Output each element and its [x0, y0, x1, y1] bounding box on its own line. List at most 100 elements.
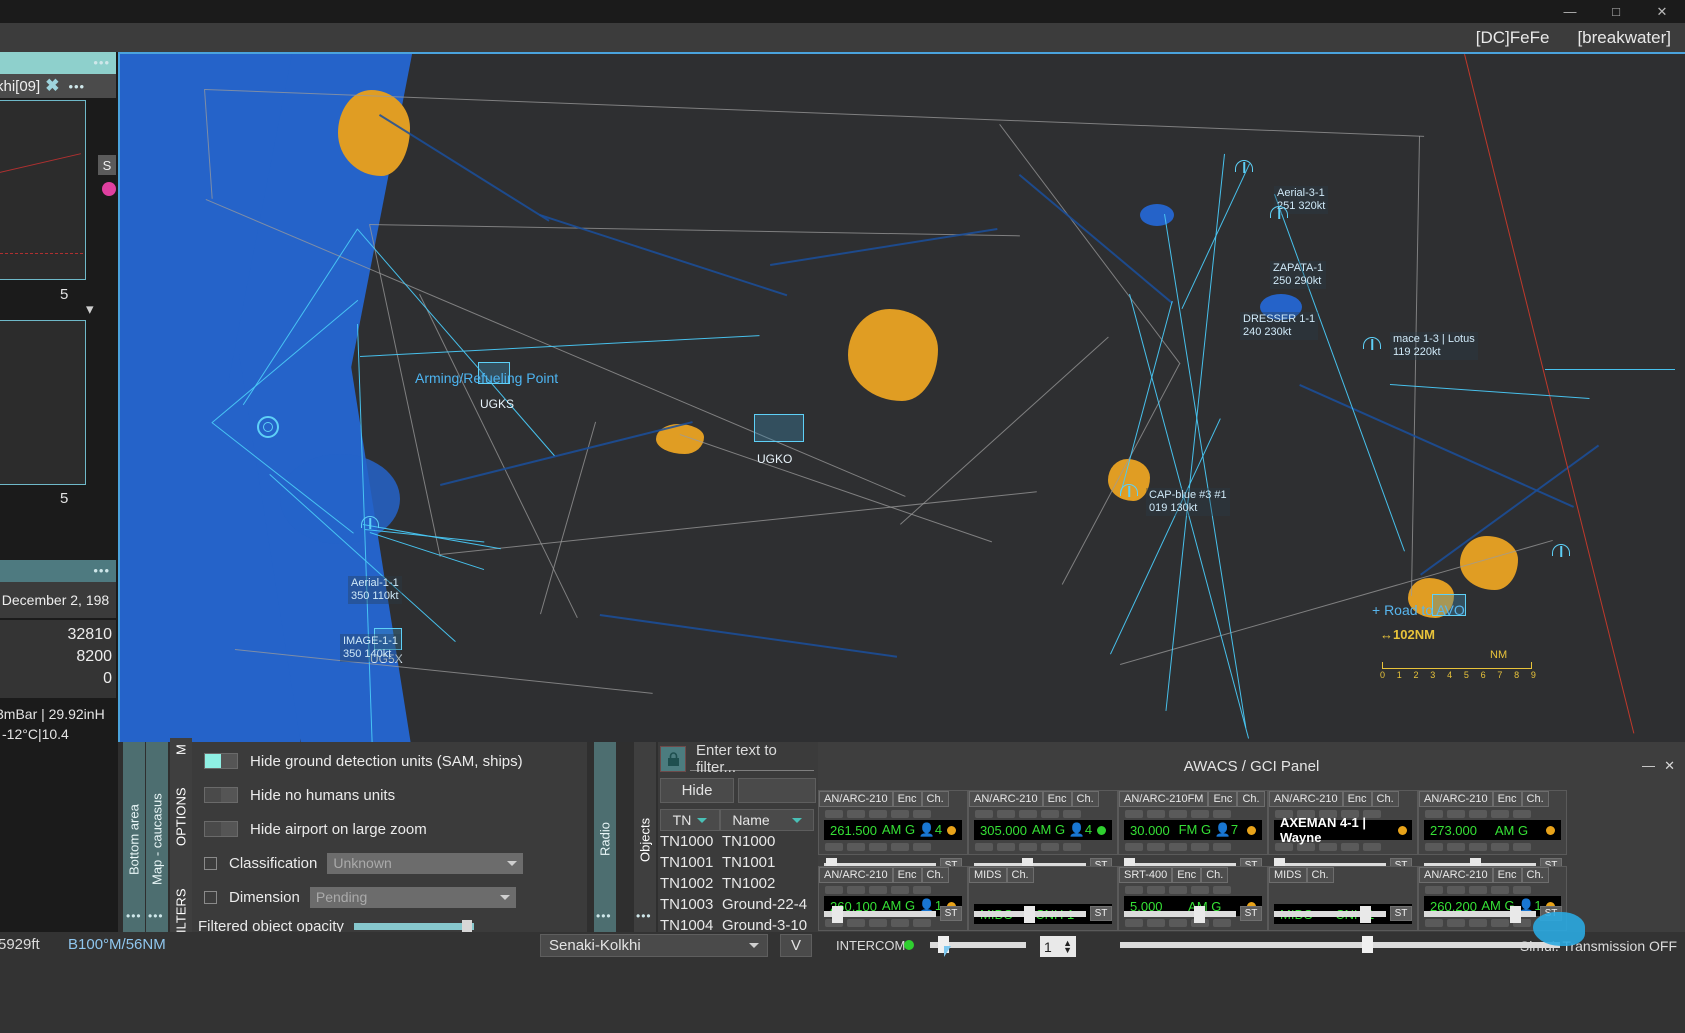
radio-card-1[interactable]: AN/ARC-210 Enc Ch. 261.500 AM G 👤4	[818, 790, 968, 855]
radio-enc-tag[interactable]: Enc	[893, 791, 922, 807]
air-unit-icon[interactable]	[1235, 160, 1253, 172]
dimension-select[interactable]: Pending	[310, 887, 516, 908]
radio-preset-buttons[interactable]	[1419, 807, 1566, 820]
radio-ch-tag[interactable]: Ch.	[1007, 867, 1034, 883]
panel-menu-dots[interactable]: •••	[126, 909, 142, 923]
radio-ch-tag[interactable]: Ch.	[1522, 791, 1549, 807]
opacity-slider[interactable]	[354, 923, 474, 930]
classification-checkbox[interactable]	[204, 857, 217, 870]
vtab-m[interactable]: M	[170, 738, 192, 762]
left-panel-tab[interactable]: khi[09] ✖ •••	[0, 74, 116, 98]
panel-menu-dots[interactable]: •••	[64, 79, 89, 94]
objects-hide-button[interactable]: Hide	[660, 778, 734, 803]
table-row[interactable]: TN1001 TN1001	[660, 854, 818, 875]
user-tag-breakwater[interactable]: [breakwater]	[1563, 28, 1685, 48]
air-unit-icon[interactable]	[1552, 544, 1570, 556]
radio-preset-buttons-lower[interactable]	[969, 840, 1117, 853]
objects-column-tn[interactable]: TN	[660, 809, 720, 831]
left-panel-chart-1[interactable]	[0, 100, 86, 280]
intercom-channel-stepper[interactable]: 1 ▲▼	[1040, 936, 1076, 957]
lock-icon[interactable]	[660, 746, 686, 772]
radio-ch-tag[interactable]: Ch.	[1372, 791, 1399, 807]
panel-close-icon[interactable]: ✕	[1664, 758, 1675, 774]
air-unit-icon[interactable]	[1363, 337, 1381, 349]
radio-card-8[interactable]: SRT-400 Enc Ch. 5.000 AM G	[1118, 866, 1268, 931]
radio-card-4[interactable]: AN/ARC-210 Enc Ch. AXEMAN 4-1 | Wayne	[1268, 790, 1418, 855]
radio-preset-buttons-lower[interactable]	[1119, 840, 1267, 853]
radio-enc-tag[interactable]: Enc	[1493, 791, 1522, 807]
radio-preset-buttons-lower[interactable]	[819, 840, 967, 853]
panel-menu-dots[interactable]: •••	[89, 563, 114, 578]
volume-slider[interactable]	[1124, 911, 1236, 917]
volume-knob[interactable]	[1194, 906, 1205, 923]
chevron-down-icon[interactable]: ▾	[86, 300, 94, 318]
radio-preset-buttons[interactable]	[819, 883, 967, 896]
radio-preset-buttons[interactable]	[1419, 883, 1566, 896]
panel-menu-dots[interactable]: •••	[596, 909, 612, 923]
vtab-objects[interactable]: Objects	[634, 742, 656, 937]
panel-minimize-icon[interactable]: —	[1642, 758, 1655, 773]
radio-ch-tag[interactable]: Ch.	[1307, 867, 1334, 883]
radio-ch-tag[interactable]: Ch.	[1201, 867, 1228, 883]
objects-column-name[interactable]: Name	[720, 809, 814, 831]
objects-table-body[interactable]: TN1000 TN1000 TN1001 TN1001 TN1002 TN100…	[658, 833, 818, 938]
radio-ch-tag[interactable]: Ch.	[1522, 867, 1549, 883]
radio-ch-tag[interactable]: Ch.	[1072, 791, 1099, 807]
volume-knob[interactable]	[1024, 906, 1035, 923]
maximize-icon[interactable]: □	[1593, 0, 1639, 23]
table-row[interactable]: TN1003 Ground-22-4	[660, 896, 818, 917]
v-button[interactable]: V	[780, 934, 812, 957]
toggle-switch[interactable]	[204, 787, 238, 803]
classification-select[interactable]: Unknown	[327, 853, 523, 874]
left-panel-s-button[interactable]: S	[98, 155, 116, 175]
radio-card-5[interactable]: AN/ARC-210 Enc Ch. 273.000 AM G	[1418, 790, 1567, 855]
radio-preset-buttons[interactable]	[969, 807, 1117, 820]
radio-preset-buttons-lower[interactable]	[1419, 840, 1566, 853]
vtab-bottom-area[interactable]: Bottom area	[123, 742, 145, 937]
panel-menu-dots[interactable]: •••	[636, 909, 652, 923]
dimension-row[interactable]: Dimension Pending	[192, 880, 587, 914]
airport-select[interactable]: Senaki-Kolkhi	[540, 934, 768, 957]
map-view[interactable]: UGKS Arming/Refueling Point UGKO UG5X + …	[118, 52, 1685, 742]
panel-menu-dots[interactable]: •••	[148, 909, 164, 923]
master-volume-slider[interactable]	[1120, 942, 1560, 948]
objects-hide-extra[interactable]	[738, 778, 816, 803]
volume-knob[interactable]	[1360, 906, 1371, 923]
radio-enc-tag[interactable]: Enc	[893, 867, 922, 883]
radio-enc-tag[interactable]: Enc	[1343, 791, 1372, 807]
panel-menu-dots[interactable]: •••	[89, 55, 114, 70]
volume-knob[interactable]	[1510, 906, 1521, 923]
radio-ch-tag[interactable]: Ch.	[922, 867, 949, 883]
objects-filter-input[interactable]: Enter text to filter...	[690, 747, 814, 771]
toggle-switch[interactable]	[204, 753, 238, 769]
close-icon[interactable]: ✖	[40, 76, 64, 96]
vtab-options[interactable]: OPTIONS	[170, 742, 192, 892]
radio-enc-tag[interactable]: Enc	[1172, 867, 1201, 883]
opacity-slider-knob[interactable]	[462, 920, 472, 932]
airfield-ugko[interactable]	[754, 414, 804, 442]
table-row[interactable]: TN1002 TN1002	[660, 875, 818, 896]
radio-ch-tag[interactable]: Ch.	[1237, 791, 1264, 807]
stereo-button[interactable]: ST	[1240, 906, 1262, 921]
air-unit-icon[interactable]	[361, 516, 379, 528]
toggle-hide-no-humans[interactable]: Hide no humans units	[192, 778, 587, 812]
radio-ch-tag[interactable]: Ch.	[922, 791, 949, 807]
volume-knob[interactable]	[832, 906, 843, 923]
radio-card-2[interactable]: AN/ARC-210 Enc Ch. 305.000 AM G 👤4	[968, 790, 1118, 855]
radio-enc-tag[interactable]: Enc	[1043, 791, 1072, 807]
master-volume-knob[interactable]	[1362, 936, 1373, 953]
air-unit-icon[interactable]	[1120, 484, 1138, 496]
radio-preset-buttons[interactable]	[819, 807, 967, 820]
minimize-icon[interactable]: —	[1547, 0, 1593, 23]
table-row[interactable]: TN1000 TN1000	[660, 833, 818, 854]
air-unit-icon[interactable]	[1270, 206, 1288, 218]
radio-enc-tag[interactable]: Enc	[1208, 791, 1237, 807]
radio-card-7[interactable]: MIDS Ch. MIDS CNH 1	[968, 866, 1118, 931]
close-icon[interactable]: ✕	[1639, 0, 1685, 23]
toggle-hide-airport-large-zoom[interactable]: Hide airport on large zoom	[192, 812, 587, 846]
radio-card-9[interactable]: MIDS Ch. MIDS CNH 1	[1268, 866, 1418, 931]
stereo-button[interactable]: ST	[1390, 906, 1412, 921]
radio-preset-buttons[interactable]	[1119, 807, 1267, 820]
stepper-arrows-icon[interactable]: ▲▼	[1063, 940, 1072, 954]
vtab-filters[interactable]: FILTERS	[170, 892, 192, 937]
